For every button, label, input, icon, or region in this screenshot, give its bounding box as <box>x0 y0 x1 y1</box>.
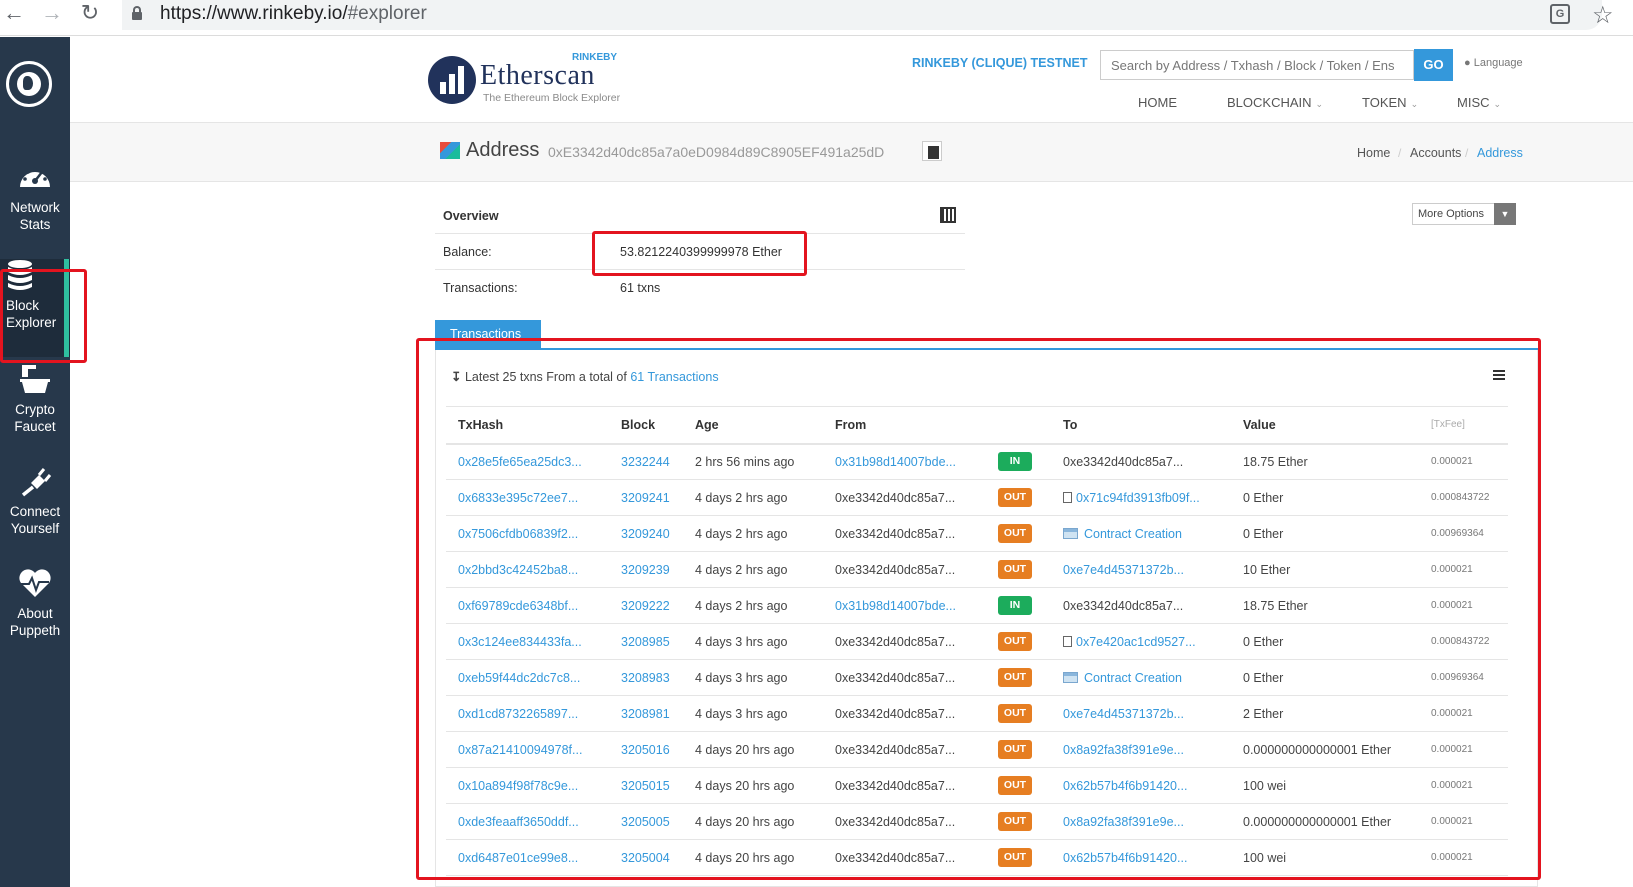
sidebar-item-network-stats[interactable]: Network Stats <box>0 161 70 259</box>
sidebar-item-label: About Puppeth <box>9 606 61 638</box>
overview-header: Overview <box>435 198 965 234</box>
testnet-label: RINKEBY (CLIQUE) TESTNET <box>912 56 1088 70</box>
translate-icon[interactable]: G <box>1550 4 1570 24</box>
overview-heading: Overview <box>443 209 499 223</box>
nav-blockchain[interactable]: BLOCKCHAIN ⌄ <box>1227 95 1323 110</box>
transactions-count: 61 txns <box>620 281 661 295</box>
address-identicon <box>440 142 460 159</box>
globe-logo-icon[interactable] <box>6 61 52 107</box>
browser-toolbar: ← → ↻ https://www.rinkeby.io/#explorer G… <box>0 0 1633 36</box>
sidebar-item-crypto-faucet[interactable]: Crypto Faucet <box>0 363 70 461</box>
heartbeat-icon <box>19 569 51 597</box>
annotation-box-transactions <box>416 338 1541 880</box>
sidebar-item-about-puppeth[interactable]: About Puppeth <box>0 567 70 665</box>
sidebar-item-label: Crypto Faucet <box>14 402 56 434</box>
globe-icon: ● <box>1464 57 1471 69</box>
search-input[interactable]: Search by Address / Txhash / Block / Tok… <box>1100 50 1414 80</box>
nav-misc[interactable]: MISC ⌄ <box>1457 95 1501 110</box>
url-text[interactable]: https://www.rinkeby.io/#explorer <box>160 3 427 25</box>
logo-network-badge: RINKEBY <box>572 52 618 63</box>
sidebar: Network Stats Block Explorer Crypto Fauc… <box>0 37 70 887</box>
lock-icon <box>132 6 142 20</box>
sidebar-item-label: Network Stats <box>10 200 60 232</box>
breadcrumb-home[interactable]: Home <box>1357 146 1390 160</box>
etherscan-logo[interactable]: Etherscan The Ethereum Block Explorer RI… <box>428 52 628 107</box>
logo-tagline: The Ethereum Block Explorer <box>483 92 621 104</box>
star-icon[interactable]: ☆ <box>1592 1 1614 30</box>
back-arrow-icon[interactable]: ← <box>0 0 28 28</box>
dashboard-icon <box>20 167 50 187</box>
transactions-label: Transactions: <box>443 281 518 295</box>
chevron-down-icon: ⌄ <box>1315 99 1324 109</box>
annotation-box-block-explorer <box>0 269 87 363</box>
logo-wordmark: Etherscan <box>480 60 595 91</box>
etherscan-logo-icon <box>428 56 476 104</box>
faucet-icon <box>20 365 50 393</box>
sidebar-item-connect-yourself[interactable]: Connect Yourself <box>0 465 70 563</box>
nav-token[interactable]: TOKEN ⌄ <box>1362 95 1418 110</box>
language-selector[interactable]: ● Language <box>1464 57 1523 69</box>
forward-arrow-icon[interactable]: → <box>38 0 66 28</box>
chevron-down-icon: ⌄ <box>1493 99 1502 109</box>
more-options-button[interactable]: More Options ▼ <box>1412 203 1516 225</box>
chevron-down-icon: ⌄ <box>1410 99 1419 109</box>
nav-home[interactable]: HOME <box>1138 95 1177 110</box>
annotation-box-balance <box>592 231 807 276</box>
reload-icon[interactable]: ↻ <box>76 0 104 28</box>
address-hash: 0xE3342d40dc85a7a0eD0984d89C8905EF491a25… <box>548 144 885 160</box>
balance-label: Balance: <box>443 245 492 259</box>
page-title: Address <box>466 139 540 161</box>
copy-icon[interactable] <box>922 141 942 161</box>
breadcrumb-accounts[interactable]: Accounts <box>1410 146 1461 160</box>
breadcrumb-separator: / <box>1398 146 1402 160</box>
breadcrumb-separator: / <box>1465 146 1469 160</box>
plug-icon <box>21 468 52 497</box>
search-go-button[interactable]: GO <box>1414 49 1453 81</box>
qr-code-icon[interactable] <box>940 207 956 223</box>
address-bar[interactable]: https://www.rinkeby.io/#explorer <box>122 0 1602 30</box>
breadcrumb-address: Address <box>1477 146 1523 160</box>
chevron-down-icon: ▼ <box>1494 203 1516 225</box>
sidebar-item-label: Connect Yourself <box>9 504 61 536</box>
